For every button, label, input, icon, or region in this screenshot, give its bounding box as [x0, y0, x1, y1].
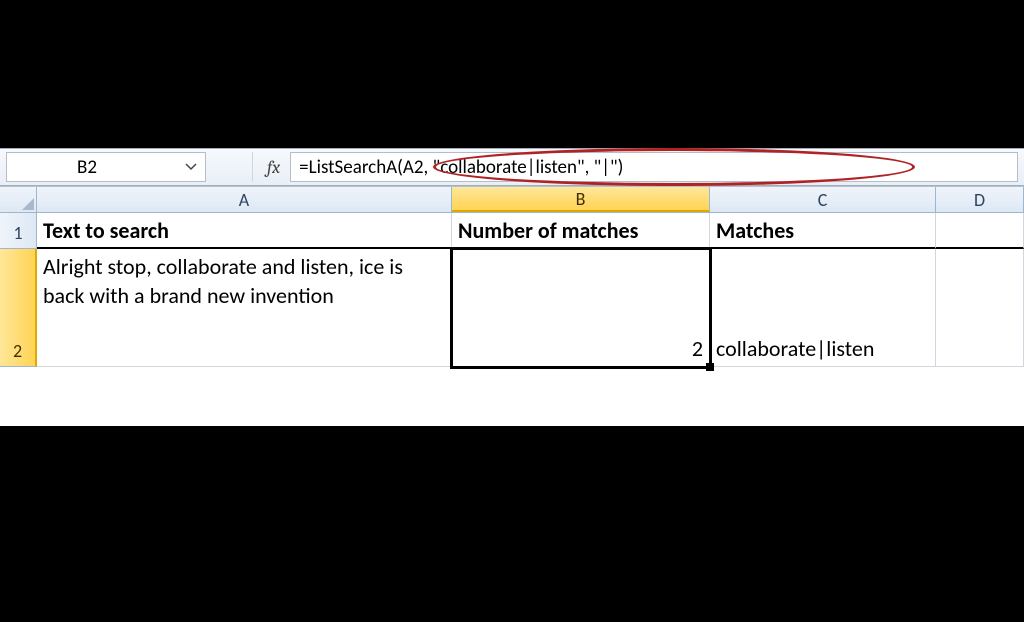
- column-header-C[interactable]: C: [710, 187, 936, 212]
- column-header-B[interactable]: B: [452, 187, 710, 212]
- column-header-A[interactable]: A: [37, 187, 452, 212]
- name-box-dropdown-icon[interactable]: [183, 159, 199, 175]
- cell-B1[interactable]: Number of matches: [452, 213, 710, 249]
- cell-A2[interactable]: Alright stop, collaborate and listen, ic…: [37, 249, 452, 366]
- cell-D2[interactable]: [936, 249, 1024, 366]
- formula-bar: B2 fx =ListSearchA(A2, "collaborate|list…: [0, 148, 1024, 186]
- cell-C2-text: collaborate|listen: [716, 335, 874, 362]
- cell-C1[interactable]: Matches: [710, 213, 936, 249]
- name-box[interactable]: B2: [6, 152, 206, 182]
- formula-text: =ListSearchA(A2, "collaborate|listen", "…: [299, 156, 623, 179]
- cell-A1[interactable]: Text to search: [37, 213, 452, 249]
- fx-icon[interactable]: fx: [267, 157, 280, 178]
- row-header-2[interactable]: 2: [0, 249, 37, 367]
- cell-C2[interactable]: collaborate|listen: [710, 249, 936, 366]
- cell-D1[interactable]: [936, 213, 1024, 249]
- cell-A2-text: Alright stop, collaborate and listen, ic…: [43, 253, 445, 310]
- select-all-corner[interactable]: [0, 187, 37, 212]
- name-box-value: B2: [77, 156, 97, 179]
- formula-input[interactable]: =ListSearchA(A2, "collaborate|listen", "…: [290, 152, 1018, 182]
- column-header-D[interactable]: D: [936, 187, 1024, 212]
- cell-B2[interactable]: 2: [452, 249, 710, 366]
- spreadsheet-grid: A B C D 1 2 Text to search Number of mat…: [0, 186, 1024, 426]
- row-headers: 1 2: [0, 213, 37, 367]
- cells-area: Text to search Number of matches Matches…: [37, 213, 1024, 367]
- cell-B2-text: 2: [692, 335, 703, 362]
- blank-top-region: [0, 0, 1024, 148]
- separator: [252, 152, 253, 182]
- row-header-1[interactable]: 1: [0, 213, 37, 249]
- column-headers: A B C D: [0, 187, 1024, 213]
